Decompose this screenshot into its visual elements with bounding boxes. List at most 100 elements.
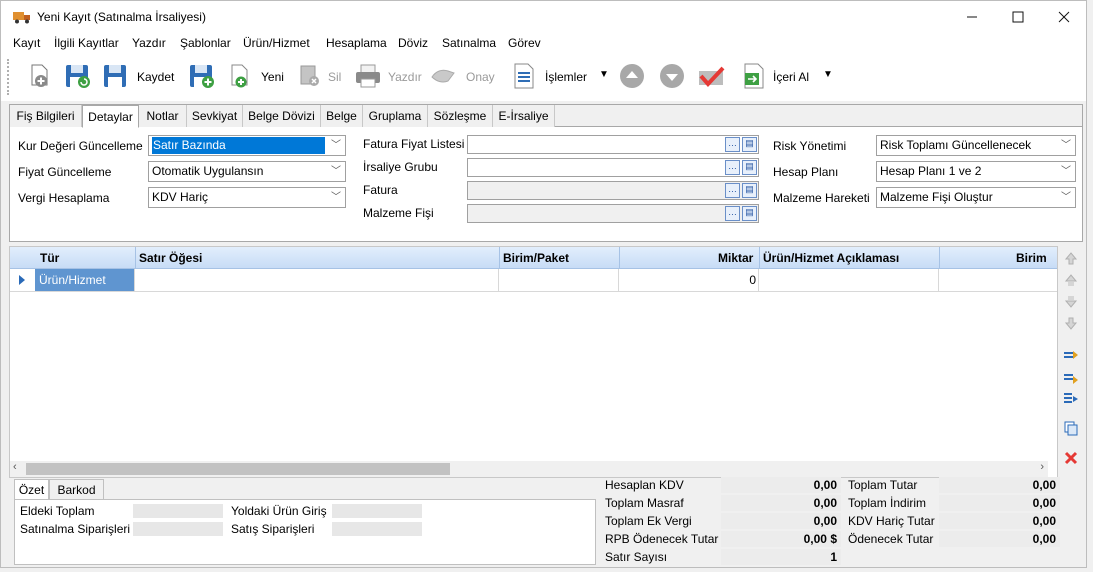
- menu-yazdir[interactable]: Yazdır: [132, 36, 166, 50]
- save-button[interactable]: Kaydet: [137, 70, 174, 84]
- lines-grid[interactable]: Tür Satır Öğesi Birim/Paket Miktar Ürün/…: [9, 246, 1058, 478]
- tab-belge-dovizi[interactable]: Belge Dövizi: [243, 105, 321, 127]
- save-add-icon[interactable]: [187, 61, 217, 91]
- list-icon[interactable]: ▤: [742, 206, 757, 221]
- menu-sablonlar[interactable]: Şablonlar: [180, 36, 231, 50]
- move-row-up-icon[interactable]: [1063, 272, 1079, 288]
- chevron-down-icon[interactable]: ﹀: [1057, 188, 1075, 207]
- tab-belge[interactable]: Belge: [321, 105, 363, 127]
- list-icon[interactable]: ▤: [742, 160, 757, 175]
- save-new-icon[interactable]: [63, 61, 93, 91]
- hesap-plani-combo[interactable]: Hesap Planı 1 ve 2 ﹀: [876, 161, 1076, 182]
- chevron-down-icon[interactable]: ﹀: [327, 188, 345, 207]
- col-miktar[interactable]: Miktar: [718, 251, 753, 265]
- cell-birim-paket[interactable]: [499, 269, 619, 291]
- chevron-down-icon[interactable]: ﹀: [1057, 162, 1075, 181]
- approve-button[interactable]: Onay: [466, 70, 495, 84]
- insert-below-icon[interactable]: [1063, 370, 1079, 386]
- operations-caret-icon[interactable]: ▼: [599, 69, 609, 80]
- chevron-down-icon[interactable]: ﹀: [327, 162, 345, 181]
- delete-button[interactable]: Sil: [328, 70, 341, 84]
- ellipsis-icon[interactable]: …: [725, 137, 740, 152]
- col-tur[interactable]: Tür: [40, 251, 59, 265]
- fiyat-guncelleme-combo[interactable]: Otomatik Uygulansın ﹀: [148, 161, 346, 182]
- tab-barkod[interactable]: Barkod: [49, 479, 104, 500]
- import-button[interactable]: İçeri Al: [773, 70, 809, 84]
- list-icon[interactable]: ▤: [742, 183, 757, 198]
- menu-ilgili-kayitlar[interactable]: İlgili Kayıtlar: [54, 36, 119, 50]
- horizontal-scrollbar[interactable]: ‹ ›: [10, 461, 1048, 477]
- move-bottom-icon[interactable]: [1063, 316, 1079, 332]
- approve-icon[interactable]: [429, 61, 459, 91]
- copy-row-icon[interactable]: [1063, 420, 1079, 436]
- new-button[interactable]: Yeni: [261, 70, 284, 84]
- new-document-icon[interactable]: [25, 61, 55, 91]
- vergi-hesaplama-combo[interactable]: KDV Hariç ﹀: [148, 187, 346, 208]
- save-icon[interactable]: [101, 61, 131, 91]
- import-caret-icon[interactable]: ▼: [823, 69, 833, 80]
- irsaliye-grubu-field[interactable]: … ▤: [467, 158, 759, 177]
- col-birim-paket[interactable]: Birim/Paket: [503, 251, 569, 265]
- cell-miktar[interactable]: 0: [619, 269, 759, 291]
- fatura-fiyat-listesi-field[interactable]: … ▤: [467, 135, 759, 154]
- menu-doviz[interactable]: Döviz: [398, 36, 428, 50]
- chevron-down-icon[interactable]: ﹀: [1057, 136, 1075, 155]
- toolbar-grip[interactable]: [7, 59, 11, 95]
- tab-gruplama[interactable]: Gruplama: [363, 105, 428, 127]
- kur-degeri-combo[interactable]: Satır Bazında ﹀: [148, 135, 346, 156]
- tab-ozet[interactable]: Özet: [14, 479, 49, 500]
- tab-sevkiyat[interactable]: Sevkiyat: [187, 105, 243, 127]
- operations-icon[interactable]: [509, 61, 539, 91]
- cell-satir-ogesi[interactable]: [135, 269, 499, 291]
- chevron-down-icon[interactable]: ﹀: [327, 136, 345, 155]
- menu-satinalma[interactable]: Satınalma: [442, 36, 496, 50]
- split-row-icon[interactable]: [1063, 390, 1079, 406]
- col-birim[interactable]: Birim: [1016, 251, 1047, 265]
- cell-tur[interactable]: Ürün/Hizmet: [35, 269, 135, 291]
- menu-gorev[interactable]: Görev: [508, 36, 541, 50]
- maximize-button[interactable]: [995, 1, 1041, 33]
- tab-sozlesme[interactable]: Sözleşme: [428, 105, 493, 127]
- ellipsis-icon[interactable]: …: [725, 206, 740, 221]
- close-button[interactable]: [1041, 1, 1086, 33]
- malzeme-fisi-field[interactable]: … ▤: [467, 204, 759, 223]
- menu-kayit[interactable]: Kayıt: [13, 36, 40, 50]
- check-icon[interactable]: [697, 61, 727, 91]
- tab-e-irsaliye[interactable]: E-İrsaliye: [493, 105, 555, 127]
- cell-urun-aciklamasi[interactable]: [759, 269, 939, 291]
- tab-notlar[interactable]: Notlar: [139, 105, 187, 127]
- delete-icon[interactable]: [295, 61, 325, 91]
- scroll-thumb[interactable]: [26, 463, 450, 475]
- tab-detaylar[interactable]: Detaylar: [82, 105, 139, 128]
- table-row[interactable]: Ürün/Hizmet 0: [10, 269, 1057, 292]
- rpb-odenecek-value: 0,00 $: [721, 531, 841, 547]
- chevron-left-icon[interactable]: ‹: [13, 461, 17, 473]
- import-icon[interactable]: [739, 61, 769, 91]
- cell-birim[interactable]: [939, 269, 1057, 291]
- insert-row-icon[interactable]: [1063, 348, 1079, 364]
- list-icon[interactable]: ▤: [742, 137, 757, 152]
- col-satir-ogesi[interactable]: Satır Öğesi: [139, 251, 202, 265]
- print-button[interactable]: Yazdır: [388, 70, 422, 84]
- operations-button[interactable]: İşlemler: [545, 70, 587, 84]
- new-record-icon[interactable]: [225, 61, 255, 91]
- menu-urun-hizmet[interactable]: Ürün/Hizmet: [243, 36, 310, 50]
- fatura-field[interactable]: … ▤: [467, 181, 759, 200]
- delete-row-icon[interactable]: [1063, 450, 1079, 466]
- chevron-right-icon[interactable]: ›: [1040, 461, 1044, 473]
- move-up-icon[interactable]: [617, 61, 647, 91]
- menu-hesaplama[interactable]: Hesaplama: [326, 36, 387, 50]
- ellipsis-icon[interactable]: …: [725, 183, 740, 198]
- move-top-icon[interactable]: [1063, 250, 1079, 266]
- satinalma-siparisleri-value: [133, 522, 223, 536]
- printer-icon[interactable]: [353, 61, 383, 91]
- ellipsis-icon[interactable]: …: [725, 160, 740, 175]
- tab-fis-bilgileri[interactable]: Fiş Bilgileri: [10, 105, 82, 127]
- malzeme-hareketi-combo[interactable]: Malzeme Fişi Oluştur ﹀: [876, 187, 1076, 208]
- minimize-icon: [967, 16, 977, 18]
- minimize-button[interactable]: [949, 1, 995, 33]
- move-row-down-icon[interactable]: [1063, 294, 1079, 310]
- col-urun-aciklamasi[interactable]: Ürün/Hizmet Açıklaması: [763, 251, 899, 265]
- move-down-icon[interactable]: [657, 61, 687, 91]
- risk-yonetimi-combo[interactable]: Risk Toplamı Güncellenecek ﹀: [876, 135, 1076, 156]
